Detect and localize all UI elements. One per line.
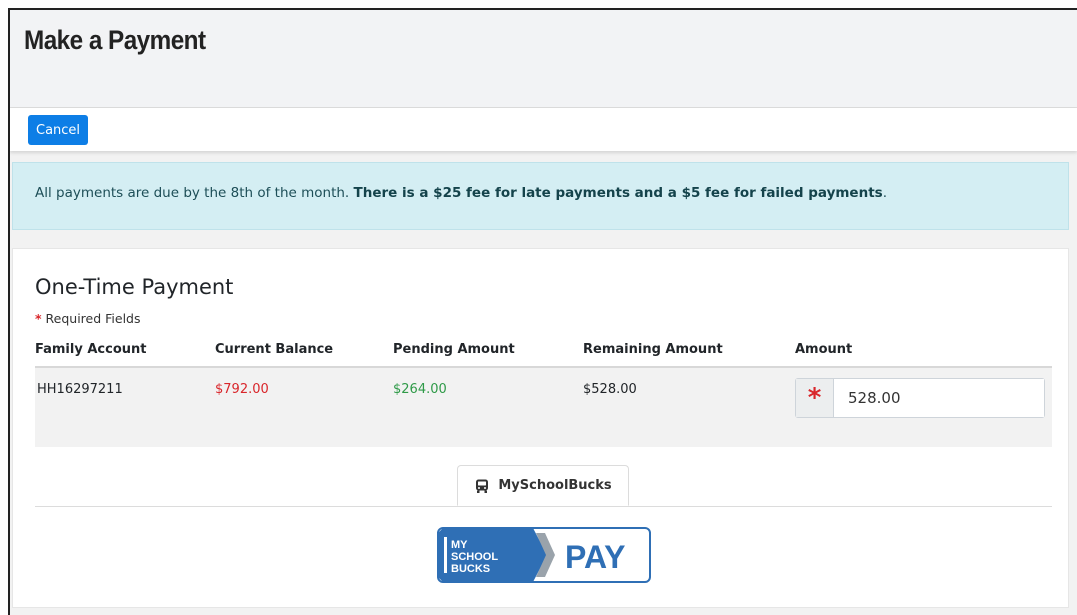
tabs-divider — [35, 506, 1052, 507]
logo-line-school: SCHOOL — [451, 551, 498, 563]
required-asterisk-icon: * — [796, 379, 834, 417]
tab-label: MySchoolBucks — [498, 478, 612, 493]
pending-amount-value: $264.00 — [393, 382, 447, 397]
bus-icon — [476, 479, 489, 493]
logo-line-my: MY — [451, 539, 468, 551]
current-balance-value: $792.00 — [215, 382, 269, 397]
alert-period: . — [882, 185, 887, 201]
required-fields-label: Required Fields — [45, 311, 141, 326]
column-pending-amount: Pending Amount — [393, 342, 515, 357]
column-family-account: Family Account — [35, 342, 147, 357]
family-account-value: HH16297211 — [37, 382, 123, 397]
column-amount: Amount — [795, 342, 853, 357]
info-alert: All payments are due by the 8th of the m… — [12, 162, 1069, 230]
tab-myschoolbucks[interactable]: MySchoolBucks — [457, 465, 629, 506]
amount-field-group: * — [795, 378, 1045, 418]
amount-input[interactable] — [834, 379, 1044, 417]
alert-text: All payments are due by the 8th of the m… — [35, 185, 354, 201]
column-remaining-amount: Remaining Amount — [583, 342, 723, 357]
card-title: One-Time Payment — [35, 275, 234, 299]
toolbar: Cancel — [10, 108, 1077, 151]
alert-fee-text: There is a $25 fee for late payments and… — [353, 185, 883, 201]
table-header: Family Account Current Balance Pending A… — [35, 340, 1052, 368]
required-asterisk-icon: * — [35, 311, 42, 326]
table-row: HH16297211 $792.00 $264.00 $528.00 * — [35, 368, 1052, 447]
logo-pay-word: PAY — [565, 539, 625, 575]
page-title: Make a Payment — [24, 25, 206, 55]
myschoolbucks-pay-button[interactable]: MY SCHOOL BUCKS PAY — [437, 527, 651, 583]
required-fields-note: * Required Fields — [35, 311, 141, 326]
remaining-amount-value: $528.00 — [583, 382, 637, 397]
column-current-balance: Current Balance — [215, 342, 334, 357]
logo-line-bucks: BUCKS — [451, 563, 490, 575]
cancel-button[interactable]: Cancel — [28, 115, 89, 145]
page-header: Make a Payment — [10, 10, 1077, 108]
payment-card: One-Time Payment * Required Fields Famil… — [12, 248, 1069, 608]
